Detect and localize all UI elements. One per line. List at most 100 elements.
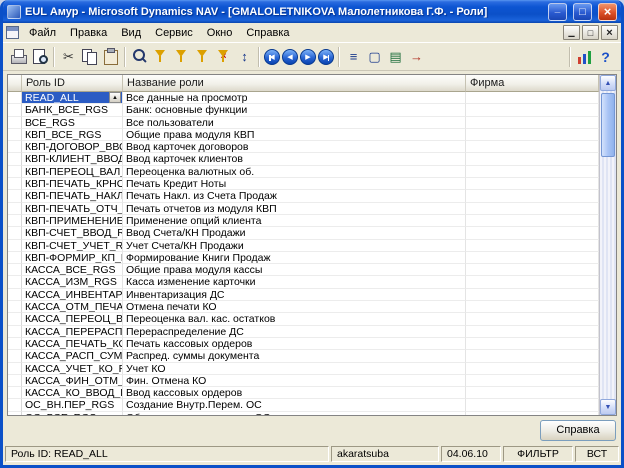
menu-item-2[interactable]: Вид bbox=[114, 25, 148, 41]
row-selector[interactable] bbox=[8, 129, 22, 141]
cell-role-name[interactable]: Фин. Отмена КО bbox=[123, 375, 466, 387]
cell-role-name[interactable]: Формирование Книги Продаж bbox=[123, 252, 466, 264]
cell-role-id[interactable]: КАССА_КО_ВВОД_RGS bbox=[22, 387, 123, 399]
row-selector[interactable] bbox=[8, 264, 22, 276]
cell-role-name[interactable]: Применение опций клиента bbox=[123, 215, 466, 227]
cell-firm[interactable] bbox=[466, 264, 599, 276]
table-row[interactable]: КАССА_ИЗМ_RGSКасса изменение карточки bbox=[8, 276, 599, 288]
cell-firm[interactable] bbox=[466, 104, 599, 116]
cell-firm[interactable] bbox=[466, 153, 599, 165]
row-selector[interactable] bbox=[8, 301, 22, 313]
print-preview-icon[interactable] bbox=[29, 46, 50, 67]
cell-role-name[interactable]: Ввод карточек клиентов bbox=[123, 153, 466, 165]
cell-role-id[interactable]: КВП-СЧЕТ_ВВОД_RGS bbox=[22, 227, 123, 239]
row-selector[interactable] bbox=[8, 350, 22, 362]
minimize-button[interactable] bbox=[548, 3, 567, 21]
row-selector[interactable] bbox=[8, 166, 22, 178]
cell-role-id[interactable]: КАССА_ПЕЧАТЬ_КО_RGS bbox=[22, 338, 123, 350]
table-row[interactable]: КВП-ПЕЧАТЬ_НАКЛ_RGSПечать Накл. из Счета… bbox=[8, 190, 599, 202]
row-selector[interactable] bbox=[8, 363, 22, 375]
maximize-button[interactable] bbox=[573, 3, 592, 21]
row-selector[interactable] bbox=[8, 399, 22, 411]
table-row[interactable]: КАССА_РАСП_СУММЫ_...Распред. суммы докум… bbox=[8, 350, 599, 362]
close-button[interactable] bbox=[598, 3, 617, 21]
cell-role-name[interactable]: Переоценка валютных об. bbox=[123, 166, 466, 178]
table-row[interactable]: КАССА_УЧЕТ_КО_RGSУчет КО bbox=[8, 363, 599, 375]
menu-item-4[interactable]: Окно bbox=[200, 25, 240, 41]
table-row[interactable]: КВП-СЧЕТ_ВВОД_RGSВвод Счета/КН Продажи bbox=[8, 227, 599, 239]
navigate-icon[interactable]: → bbox=[406, 46, 427, 67]
row-selector[interactable] bbox=[8, 203, 22, 215]
cell-firm[interactable] bbox=[466, 276, 599, 288]
cell-firm[interactable] bbox=[466, 215, 599, 227]
selector-header[interactable] bbox=[8, 75, 22, 92]
row-selector[interactable] bbox=[8, 412, 22, 415]
card-icon[interactable]: ▢ bbox=[364, 46, 385, 67]
paste-icon[interactable] bbox=[100, 46, 121, 67]
table-row[interactable]: КАССА_КО_ВВОД_RGSВвод кассовых ордеров bbox=[8, 387, 599, 399]
row-selector[interactable] bbox=[8, 387, 22, 399]
table-row[interactable]: КВП-СЧЕТ_УЧЕТ_RGSУчет Счета/КН Продажи bbox=[8, 240, 599, 252]
cell-role-name[interactable]: Печать отчетов из модуля КВП bbox=[123, 203, 466, 215]
row-selector[interactable] bbox=[8, 289, 22, 301]
column-header-firm[interactable]: Фирма bbox=[466, 75, 599, 92]
cell-role-id[interactable]: КВП-ПРИМЕНЕНИЕ_RGS bbox=[22, 215, 123, 227]
cell-role-id[interactable]: КВП-ПЕРЕОЦ_ВАЛ_RGS bbox=[22, 166, 123, 178]
table-row[interactable]: КВП_ВСЕ_RGSОбщие права модуля КВП bbox=[8, 129, 599, 141]
menu-item-0[interactable]: Файл bbox=[22, 25, 63, 41]
cell-role-id[interactable]: КАССА_ОТМ_ПЕЧАТИ_... bbox=[22, 301, 123, 313]
cell-firm[interactable] bbox=[466, 203, 599, 215]
table-row[interactable]: READ_ALL▲Все данные на просмотр bbox=[8, 92, 599, 104]
menu-item-5[interactable]: Справка bbox=[239, 25, 296, 41]
table-row[interactable]: КАССА_ОТМ_ПЕЧАТИ_...Отмена печати КО bbox=[8, 301, 599, 313]
assist-button[interactable]: ▲ bbox=[109, 92, 121, 103]
scrollbar-track[interactable] bbox=[600, 91, 616, 399]
cell-firm[interactable] bbox=[466, 301, 599, 313]
cell-role-id[interactable]: КВП-КЛИЕНТ_ВВОД_RGS bbox=[22, 153, 123, 165]
help-button[interactable]: Справка bbox=[540, 420, 616, 441]
table-row[interactable]: КАССА_ПЕРЕРАСПР_RGSПерераспределение ДС bbox=[8, 326, 599, 338]
cell-role-id[interactable]: БАНК_ВСЕ_RGS bbox=[22, 104, 123, 116]
cell-role-name[interactable]: Общие права для модуля ОС bbox=[123, 412, 466, 415]
cell-role-id[interactable]: КАССА_ИНВЕНТАР_RGS bbox=[22, 289, 123, 301]
scroll-down-button[interactable] bbox=[600, 399, 616, 415]
table-row[interactable]: ОС_ВН.ПЕР_RGSСоздание Внутр.Перем. ОС bbox=[8, 399, 599, 411]
row-selector[interactable] bbox=[8, 252, 22, 264]
cell-role-name[interactable]: Печать Кредит Ноты bbox=[123, 178, 466, 190]
table-row[interactable]: КАССА_ВСЕ_RGSОбщие права модуля кассы bbox=[8, 264, 599, 276]
table-row[interactable]: ВСЕ_RGSВсе пользователи bbox=[8, 117, 599, 129]
cell-firm[interactable] bbox=[466, 141, 599, 153]
cell-role-name[interactable]: Ввод Счета/КН Продажи bbox=[123, 227, 466, 239]
row-selector[interactable] bbox=[8, 240, 22, 252]
cut-icon[interactable]: ✂ bbox=[58, 46, 79, 67]
table-row[interactable]: КВП-ПЕЧАТЬ_ОТЧ_RGSПечать отчетов из моду… bbox=[8, 203, 599, 215]
cell-firm[interactable] bbox=[466, 190, 599, 202]
row-selector[interactable] bbox=[8, 153, 22, 165]
table-row[interactable]: КВП-ПРИМЕНЕНИЕ_RGSПрименение опций клиен… bbox=[8, 215, 599, 227]
cell-role-name[interactable]: Банк: основные функции bbox=[123, 104, 466, 116]
cell-role-id[interactable]: КВП-ПЕЧАТЬ_ОТЧ_RGS bbox=[22, 203, 123, 215]
cell-role-id[interactable]: READ_ALL▲ bbox=[22, 92, 123, 104]
related-information-icon[interactable]: ▤ bbox=[385, 46, 406, 67]
row-selector[interactable] bbox=[8, 338, 22, 350]
cell-role-name[interactable]: Учет КО bbox=[123, 363, 466, 375]
row-selector[interactable] bbox=[8, 178, 22, 190]
row-selector[interactable] bbox=[8, 313, 22, 325]
mdi-restore-button[interactable] bbox=[582, 25, 599, 40]
cell-role-name[interactable]: Переоценка вал. кас. остатков bbox=[123, 313, 466, 325]
first-record-icon[interactable]: ◀ bbox=[264, 49, 280, 65]
row-selector[interactable] bbox=[8, 375, 22, 387]
cell-firm[interactable] bbox=[466, 92, 599, 104]
flow-filter-icon[interactable] bbox=[192, 46, 213, 67]
menu-item-3[interactable]: Сервис bbox=[148, 25, 200, 41]
copy-icon[interactable] bbox=[79, 46, 100, 67]
cell-role-id[interactable]: КАССА_ФИН_ОТМ_КО_... bbox=[22, 375, 123, 387]
row-selector[interactable] bbox=[8, 215, 22, 227]
table-row[interactable]: КВП-ПЕРЕОЦ_ВАЛ_RGSПереоценка валютных об… bbox=[8, 166, 599, 178]
row-selector[interactable] bbox=[8, 104, 22, 116]
find-icon[interactable] bbox=[129, 46, 150, 67]
cell-role-id[interactable]: ОС_ВН.ПЕР_RGS bbox=[22, 399, 123, 411]
row-selector[interactable] bbox=[8, 227, 22, 239]
cell-firm[interactable] bbox=[466, 166, 599, 178]
cell-role-name[interactable]: Инвентаризация ДС bbox=[123, 289, 466, 301]
